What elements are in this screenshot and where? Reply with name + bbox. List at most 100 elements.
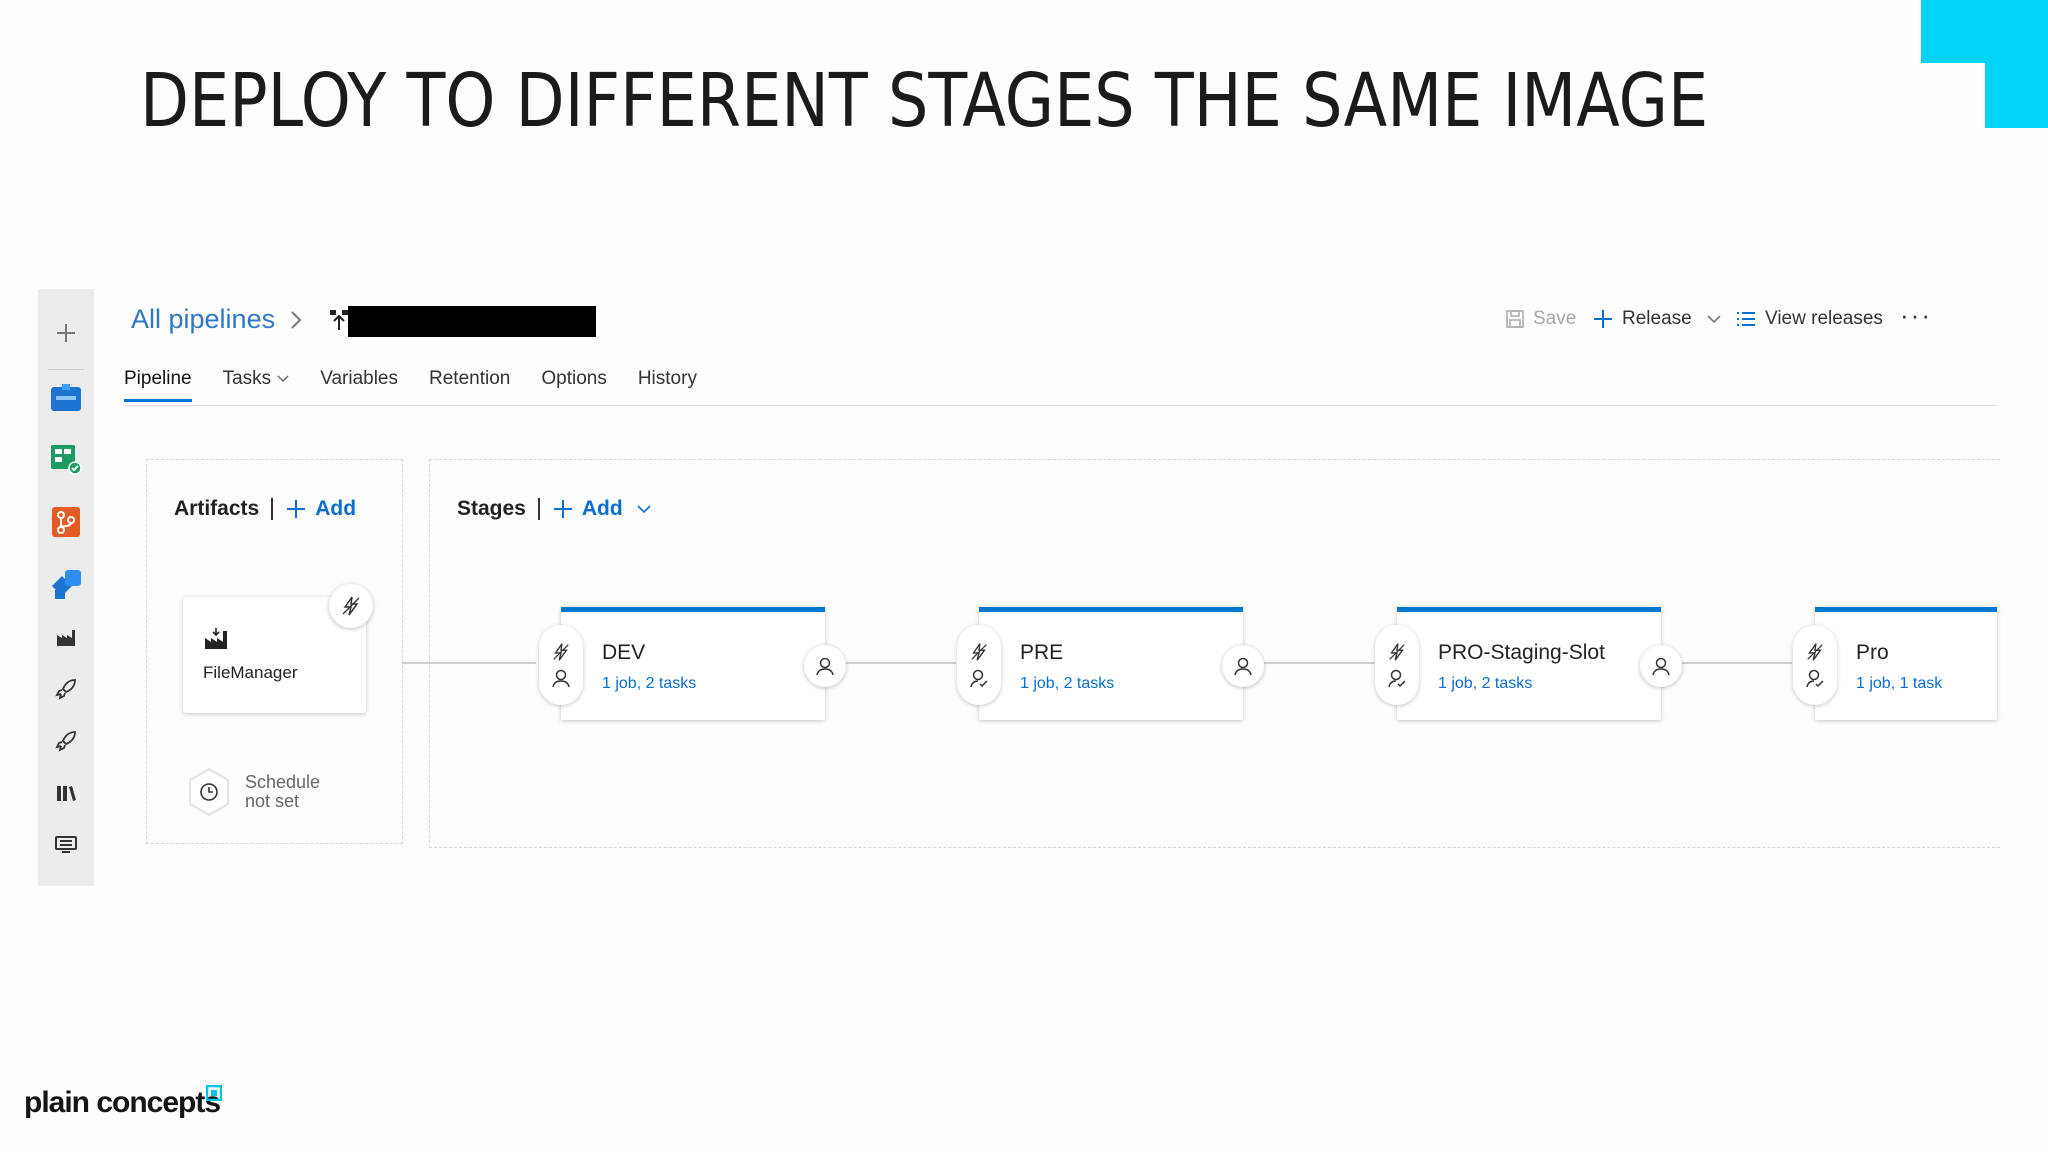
post-deployment-approvals[interactable]: [1640, 645, 1682, 687]
save-button[interactable]: Save: [1505, 308, 1576, 330]
schedule-status: Schedule not set: [245, 773, 320, 811]
redacted-pipeline-name: [348, 306, 596, 337]
stage-name: Pro: [1856, 641, 1889, 664]
add-stage-label: Add: [581, 497, 623, 520]
release-button[interactable]: Release: [1592, 308, 1722, 330]
schedule-trigger[interactable]: Schedule not set: [187, 767, 320, 817]
rail-divider: [48, 369, 84, 370]
plus-icon: [287, 500, 306, 518]
chevron-right-icon: [291, 310, 302, 329]
stage-summary-link[interactable]: 1 job, 2 tasks: [1438, 675, 1532, 693]
add-stage-button[interactable]: Add: [552, 497, 651, 521]
pre-deployment-conditions[interactable]: [1375, 625, 1419, 705]
artifact-stage-connector: [402, 662, 536, 664]
chevron-down-icon: [1707, 315, 1721, 324]
brand-mark-icon: [206, 1085, 222, 1101]
add-artifact-button[interactable]: Add: [285, 497, 356, 521]
repos-icon[interactable]: [46, 502, 86, 542]
lightning-icon: [971, 643, 987, 661]
pre-deployment-conditions[interactable]: [957, 625, 1001, 705]
new-plus-icon[interactable]: [46, 313, 86, 353]
stage-connector: [1264, 662, 1374, 664]
accent-block-top: [1921, 0, 2048, 63]
plus-icon: [553, 500, 572, 518]
tab-retention[interactable]: Retention: [429, 368, 510, 402]
more-actions-button[interactable]: ···: [1900, 300, 1932, 331]
view-releases-label: View releases: [1765, 308, 1883, 329]
stage-summary-link[interactable]: 1 job, 1 task: [1856, 675, 1942, 693]
artifacts-factory-icon[interactable]: [46, 617, 86, 657]
accent-block-bottom: [1985, 63, 2048, 128]
lightning-icon: [1807, 643, 1823, 661]
tab-history[interactable]: History: [638, 368, 697, 402]
tab-pipeline-label: Pipeline: [124, 368, 192, 389]
stages-title: Stages: [457, 497, 526, 520]
add-artifact-label: Add: [315, 497, 357, 520]
save-label: Save: [1533, 308, 1577, 329]
lightning-icon: [342, 596, 360, 616]
artifact-name: FileManager: [203, 663, 298, 682]
stage-card-dev[interactable]: DEV 1 job, 2 tasks: [539, 607, 846, 720]
save-icon: [1506, 310, 1524, 328]
tab-pipeline[interactable]: Pipeline: [124, 368, 192, 402]
tabs-divider: [124, 405, 1997, 406]
header-separator: [537, 498, 540, 520]
tab-options-label: Options: [541, 368, 607, 389]
header-separator: [271, 498, 274, 520]
all-pipelines-link[interactable]: All pipelines: [131, 304, 275, 335]
list-icon: [1737, 312, 1755, 326]
deployments-rocket-icon[interactable]: [46, 721, 86, 761]
person-approval-icon: [1806, 669, 1824, 688]
release-label: Release: [1622, 308, 1692, 329]
pipelines-icon[interactable]: [46, 564, 86, 604]
schedule-hexagon-icon: [189, 767, 229, 817]
chevron-down-icon: [637, 505, 651, 514]
stage-connector: [1682, 662, 1792, 664]
stage-card-pro[interactable]: Pro 1 job, 1 task: [1793, 607, 1997, 720]
stage-card-pro-staging-slot[interactable]: PRO-Staging-Slot 1 job, 2 tasks: [1375, 607, 1682, 720]
artifacts-title: Artifacts: [174, 497, 260, 520]
tab-options[interactable]: Options: [541, 368, 606, 402]
task-groups-icon[interactable]: [46, 824, 86, 864]
plus-icon: [1594, 310, 1612, 328]
person-icon: [552, 669, 570, 688]
person-icon: [816, 657, 834, 676]
stage-connector: [846, 662, 956, 664]
schedule-line-1: Schedule: [245, 772, 321, 792]
releases-rocket-icon[interactable]: [46, 669, 86, 709]
stages-header: Stages Add: [457, 497, 651, 521]
build-artifact-icon: [205, 628, 227, 649]
person-icon: [1234, 657, 1252, 676]
person-icon: [1652, 657, 1670, 676]
breadcrumb: All pipelines: [131, 304, 351, 335]
lightning-icon: [1389, 643, 1405, 661]
overview-icon[interactable]: [46, 377, 86, 417]
slide-title: DEPLOY TO DIFFERENT STAGES THE SAME IMAG…: [140, 58, 1709, 144]
tab-tasks-label: Tasks: [222, 368, 272, 389]
stage-name: PRO-Staging-Slot: [1438, 641, 1605, 664]
left-navigation-rail: [38, 289, 94, 886]
chevron-down-icon: [277, 375, 289, 382]
stage-name: PRE: [1020, 641, 1064, 664]
tab-retention-label: Retention: [429, 368, 511, 389]
person-approval-icon: [970, 669, 988, 688]
brand-logo-text: plain concepts: [24, 1086, 221, 1119]
stage-summary-link[interactable]: 1 job, 2 tasks: [602, 675, 696, 693]
continuous-deployment-trigger[interactable]: [329, 584, 373, 628]
tab-tasks[interactable]: Tasks: [223, 368, 290, 402]
tab-variables[interactable]: Variables: [320, 368, 398, 402]
pre-deployment-conditions[interactable]: [1793, 625, 1837, 705]
tab-history-label: History: [637, 368, 697, 389]
pre-deployment-conditions[interactable]: [539, 625, 583, 705]
library-icon[interactable]: [46, 773, 86, 813]
tab-variables-label: Variables: [320, 368, 398, 389]
post-deployment-approvals[interactable]: [1222, 645, 1264, 687]
lightning-icon: [553, 643, 569, 661]
pipeline-tabs: Pipeline Tasks Variables Retention Optio…: [124, 368, 697, 402]
stage-summary-link[interactable]: 1 job, 2 tasks: [1020, 675, 1114, 693]
view-releases-button[interactable]: View releases: [1735, 308, 1883, 330]
stage-card-pre[interactable]: PRE 1 job, 2 tasks: [957, 607, 1264, 720]
boards-icon[interactable]: [46, 439, 86, 479]
post-deployment-approvals[interactable]: [804, 645, 846, 687]
person-approval-icon: [1388, 669, 1406, 688]
